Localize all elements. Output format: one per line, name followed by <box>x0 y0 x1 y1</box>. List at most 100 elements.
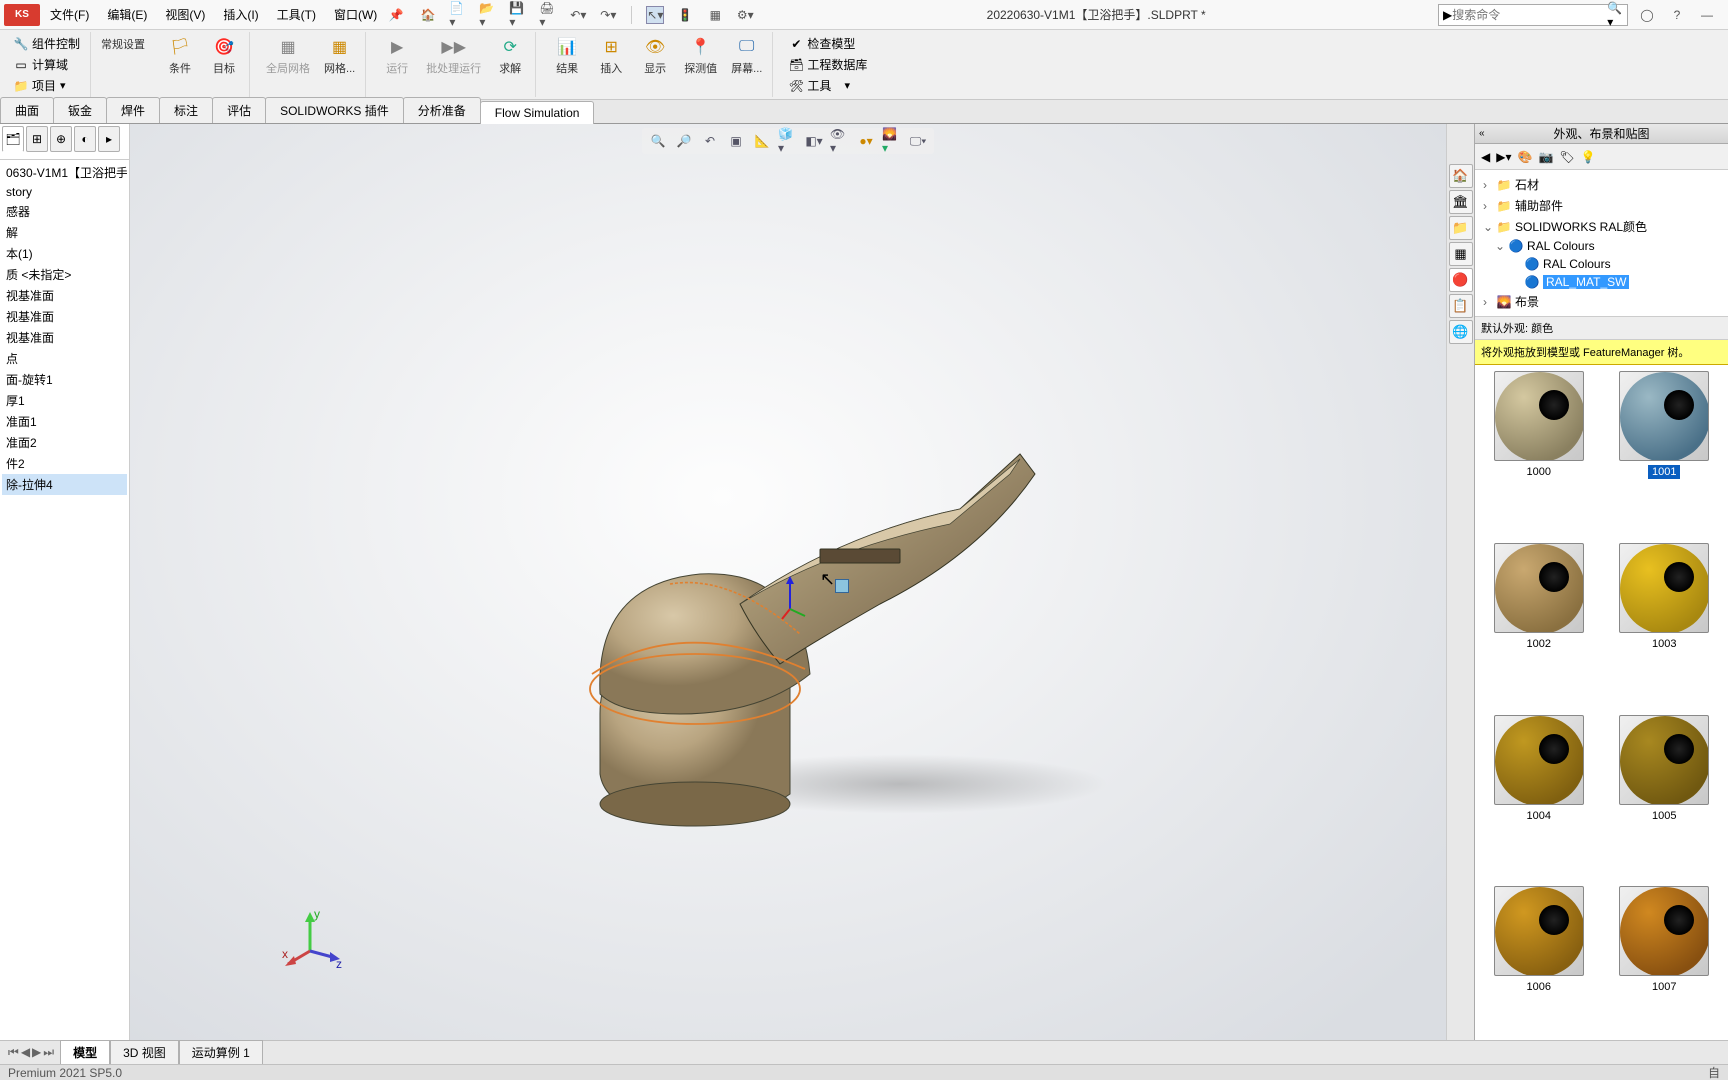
save-icon[interactable]: 💾▾ <box>509 6 527 24</box>
btab-last-icon[interactable]: ⏭ <box>43 1045 54 1060</box>
search-icon[interactable]: 🔍▾ <box>1607 1 1623 29</box>
menu-insert[interactable]: 插入(I) <box>215 3 266 26</box>
tree-stone[interactable]: ›📁石材 <box>1479 174 1724 195</box>
display-button[interactable]: 👁显示 <box>636 34 674 78</box>
tree-history[interactable]: story <box>2 183 127 201</box>
mesh-button[interactable]: ▦网格... <box>320 34 359 78</box>
tab-sheetmetal[interactable]: 钣金 <box>53 97 107 123</box>
zoom-area-icon[interactable]: 🔎 <box>674 131 694 151</box>
swatch-1007[interactable]: 1007 <box>1607 886 1723 1050</box>
screen-button[interactable]: 🖵屏幕... <box>727 34 766 78</box>
menu-file[interactable]: 文件(F) <box>42 3 97 26</box>
tree-scene[interactable]: ›🌄布景 <box>1479 291 1724 312</box>
menu-edit[interactable]: 编辑(E) <box>99 3 155 26</box>
bottom-tab-model[interactable]: 模型 <box>60 1040 110 1065</box>
tree-plane2[interactable]: 视基准面 <box>2 306 127 327</box>
tree-origin[interactable]: 点 <box>2 348 127 369</box>
swatch-1001[interactable]: 1001 <box>1607 371 1723 535</box>
tree-plane3[interactable]: 视基准面 <box>2 327 127 348</box>
layout-icon[interactable]: ▦ <box>706 6 724 24</box>
select-icon[interactable]: ↖▾ <box>646 6 664 24</box>
feature-tree-tab-icon[interactable]: 🗂 <box>2 126 24 152</box>
rail-web-icon[interactable]: 🌐 <box>1449 320 1473 344</box>
tab-annotate[interactable]: 标注 <box>159 97 213 123</box>
rail-folder-icon[interactable]: 📁 <box>1449 216 1473 240</box>
component-control-button[interactable]: 🔧组件控制 <box>10 34 84 53</box>
nav-fwd-icon[interactable]: ▶▾ <box>1496 150 1511 164</box>
search-input[interactable] <box>1452 8 1607 22</box>
zoom-fit-icon[interactable]: 🔍 <box>648 131 668 151</box>
prev-view-icon[interactable]: ↶ <box>700 131 720 151</box>
settings-icon[interactable]: ⚙▾ <box>736 6 754 24</box>
panel-collapse-icon[interactable]: « <box>1479 128 1485 139</box>
tree-mirror[interactable]: 件2 <box>2 453 127 474</box>
next-tab-icon[interactable]: ▸ <box>98 126 120 152</box>
nav-palette-icon[interactable]: 🎨 <box>1518 150 1533 164</box>
property-tab-icon[interactable]: ⊕ <box>50 126 72 152</box>
nav-light-icon[interactable]: 💡 <box>1581 150 1596 164</box>
scene-icon[interactable]: 🌄▾ <box>882 131 902 151</box>
bottom-tab-3dview[interactable]: 3D 视图 <box>110 1040 179 1065</box>
undo-icon[interactable]: ↶▾ <box>569 6 587 24</box>
open-icon[interactable]: 📂▾ <box>479 6 497 24</box>
rail-prop-icon[interactable]: 📋 <box>1449 294 1473 318</box>
redo-icon[interactable]: ↷▾ <box>599 6 617 24</box>
section-view-icon[interactable]: ▣ <box>726 131 746 151</box>
measure-icon[interactable]: 📐 <box>752 131 772 151</box>
pin-icon[interactable]: 📌 <box>387 6 405 24</box>
results-button[interactable]: 📊结果 <box>548 34 586 78</box>
swatch-1003[interactable]: 1003 <box>1607 543 1723 707</box>
swatch-1002[interactable]: 1002 <box>1481 543 1597 707</box>
search-box[interactable]: ▶ 🔍▾ <box>1438 4 1628 26</box>
bottom-tab-motion[interactable]: 运动算例 1 <box>179 1040 263 1065</box>
tree-body[interactable]: 本(1) <box>2 243 127 264</box>
nav-camera-icon[interactable]: 📷 <box>1538 150 1553 164</box>
menu-window[interactable]: 窗口(W) <box>326 3 385 26</box>
tools-button[interactable]: 🛠工具 ▾ <box>785 76 871 95</box>
swatch-1005[interactable]: 1005 <box>1607 715 1723 879</box>
display-style-icon[interactable]: ◧▾ <box>804 131 824 151</box>
appearance-icon[interactable]: ●▾ <box>856 131 876 151</box>
insert-plot-button[interactable]: ⊞插入 <box>592 34 630 78</box>
new-icon[interactable]: 📄▾ <box>449 6 467 24</box>
probe-button[interactable]: 📍探测值 <box>680 34 721 78</box>
check-model-button[interactable]: ✔检查模型 <box>785 34 871 53</box>
menu-view[interactable]: 视图(V) <box>157 3 213 26</box>
tree-sensors[interactable]: 感器 <box>2 201 127 222</box>
tree-cut-extrude[interactable]: 除-拉伸4 <box>2 474 127 495</box>
swatch-1006[interactable]: 1006 <box>1481 886 1597 1050</box>
tab-surface[interactable]: 曲面 <box>0 97 54 123</box>
tree-root[interactable]: 0630-V1M1【卫浴把手】 <box>2 162 127 183</box>
tree-ral-colours-2[interactable]: 🔵RAL Colours <box>1479 255 1724 273</box>
config-tab-icon[interactable]: ⊞ <box>26 126 48 152</box>
tree-refplane2[interactable]: 准面2 <box>2 432 127 453</box>
menu-tools[interactable]: 工具(T) <box>269 3 324 26</box>
tab-flow-simulation[interactable]: Flow Simulation <box>480 101 595 124</box>
render-icon[interactable]: 🖵▾ <box>908 131 928 151</box>
tab-evaluate[interactable]: 评估 <box>212 97 266 123</box>
target-button[interactable]: 🎯目标 <box>205 34 243 78</box>
tab-analyze[interactable]: 分析准备 <box>403 97 481 123</box>
rail-home-icon[interactable]: 🏠 <box>1449 164 1473 188</box>
traffic-icon[interactable]: 🚦 <box>676 6 694 24</box>
tree-ral-colours[interactable]: ⌄🔵RAL Colours <box>1479 237 1724 255</box>
solve-button[interactable]: ⟳求解 <box>491 34 529 78</box>
tree-revolve1[interactable]: 面-旋转1 <box>2 369 127 390</box>
tree-thicken[interactable]: 厚1 <box>2 390 127 411</box>
compute-domain-button[interactable]: ▭计算域 <box>10 55 84 74</box>
run-button[interactable]: ▶运行 <box>378 34 416 78</box>
user-icon[interactable]: ◯ <box>1638 6 1656 24</box>
engineering-db-button[interactable]: 🗃工程数据库 <box>785 55 871 74</box>
home-icon[interactable]: 🏠 <box>419 6 437 24</box>
swatch-1004[interactable]: 1004 <box>1481 715 1597 879</box>
tree-ral-mat-sw[interactable]: 🔵RAL_MAT_SW <box>1479 273 1724 291</box>
viewport[interactable]: 🔍 🔎 ↶ ▣ 📐 🧊▾ ◧▾ 👁▾ ●▾ 🌄▾ 🖵▾ <box>130 124 1446 1056</box>
rail-library-icon[interactable]: 🏛 <box>1449 190 1473 214</box>
global-mesh-button[interactable]: ▦全局网格 <box>262 34 314 78</box>
rail-view-icon[interactable]: ▦ <box>1449 242 1473 266</box>
minimize-icon[interactable]: — <box>1698 6 1716 24</box>
project-button[interactable]: 📁项目▾ <box>10 76 84 95</box>
btab-prev-icon[interactable]: ◀ <box>21 1045 30 1060</box>
view-triad-icon[interactable]: y x z <box>280 906 350 976</box>
btab-next-icon[interactable]: ▶ <box>32 1045 41 1060</box>
